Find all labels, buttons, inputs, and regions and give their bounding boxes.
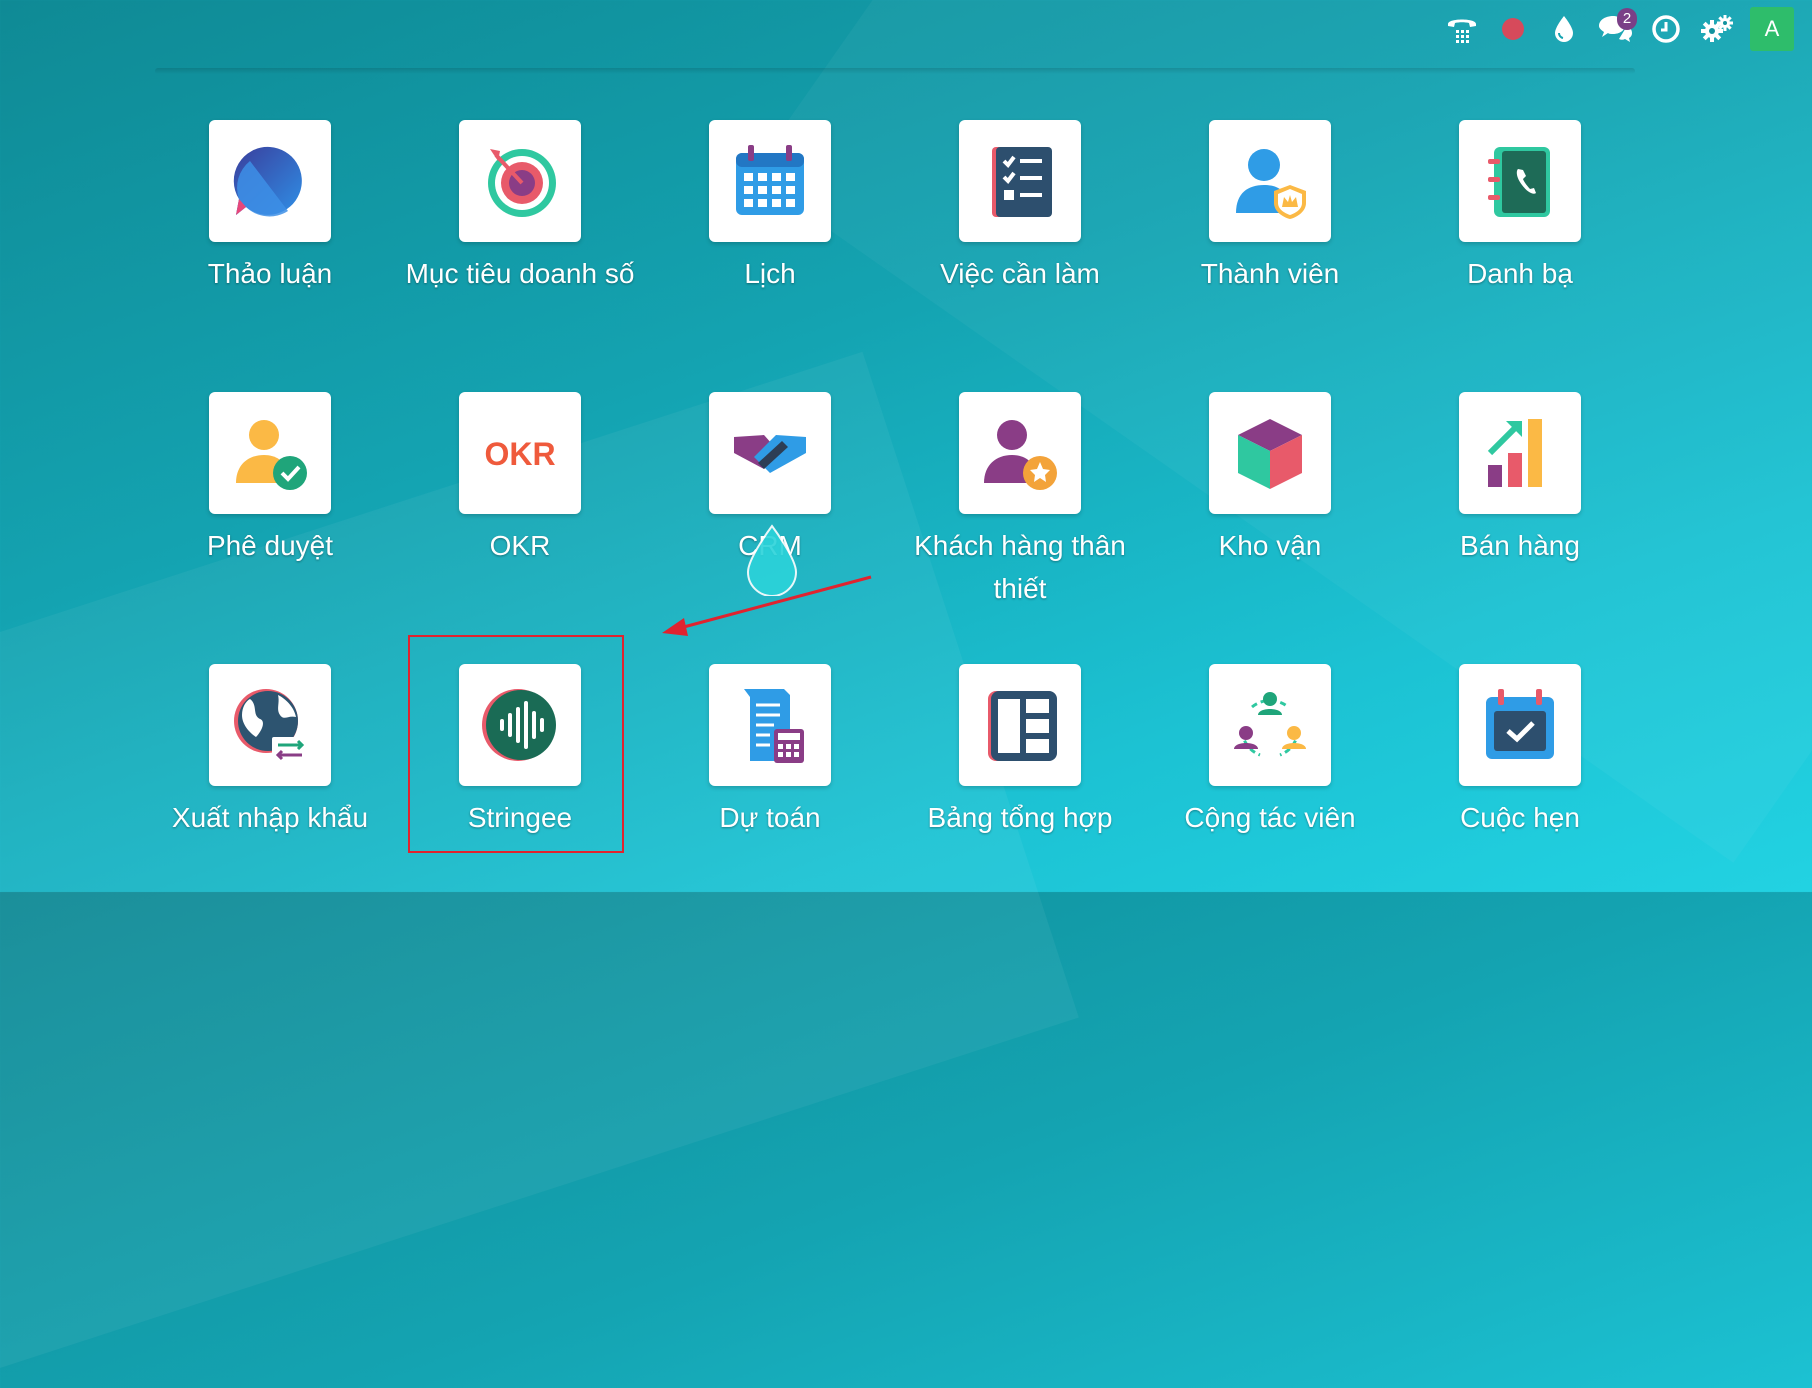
water-drop-cursor-icon xyxy=(746,524,798,596)
annotation-arrow xyxy=(662,575,872,636)
